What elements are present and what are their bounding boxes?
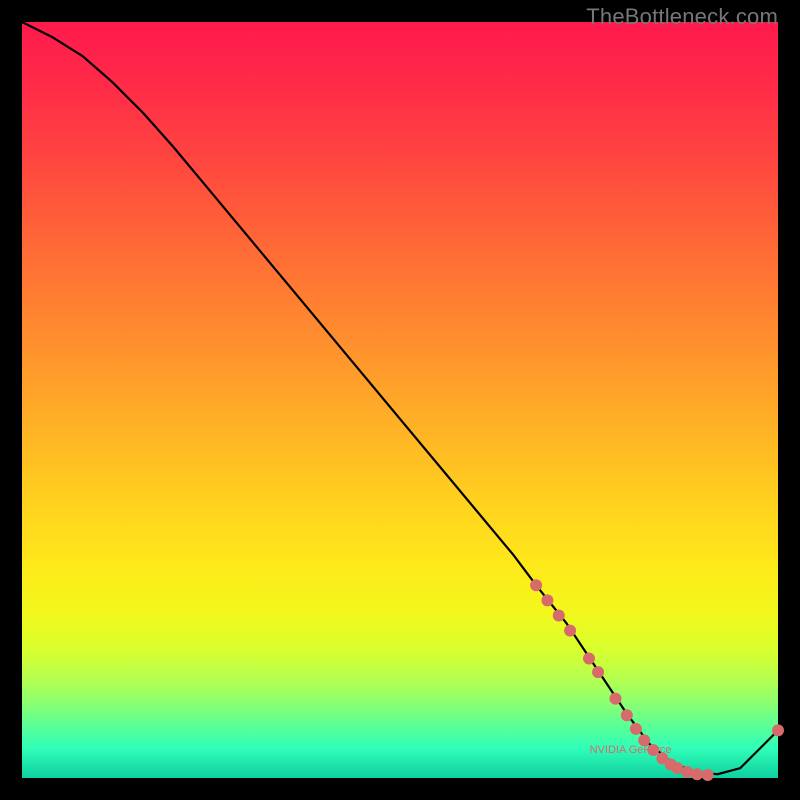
- chart-svg: NVIDIA GeForce: [22, 22, 778, 778]
- bottleneck-curve: [22, 22, 778, 774]
- data-point: [630, 723, 642, 735]
- data-point: [553, 609, 565, 621]
- plot-area: NVIDIA GeForce: [22, 22, 778, 778]
- watermark-text: TheBottleneck.com: [586, 4, 778, 30]
- curve-group: [22, 22, 778, 774]
- data-point: [583, 653, 595, 665]
- data-point: [702, 769, 714, 781]
- data-point: [592, 666, 604, 678]
- data-point: [541, 594, 553, 606]
- point-label: NVIDIA GeForce: [590, 744, 672, 756]
- data-point: [691, 768, 703, 780]
- point-label-group: NVIDIA GeForce: [590, 744, 672, 756]
- data-point: [772, 724, 784, 736]
- data-point: [530, 579, 542, 591]
- data-point: [621, 709, 633, 721]
- data-point: [609, 693, 621, 705]
- data-point: [564, 625, 576, 637]
